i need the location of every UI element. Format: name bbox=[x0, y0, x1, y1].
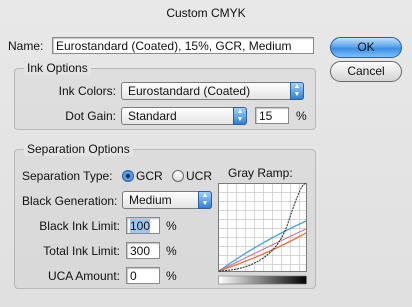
black-ink-limit-unit: % bbox=[166, 219, 177, 233]
custom-cmyk-dialog: Custom CMYK Name: Eurostandard (Coated),… bbox=[0, 0, 412, 307]
uca-amount-unit: % bbox=[166, 269, 177, 283]
chevron-updown-icon: ▲ ▼ bbox=[198, 191, 212, 209]
dot-gain-mode: Standard bbox=[128, 109, 177, 123]
black-ink-limit-value: 100 bbox=[130, 219, 151, 233]
gcr-label[interactable]: GCR bbox=[136, 169, 163, 183]
chevron-updown-icon: ▲ ▼ bbox=[233, 107, 247, 125]
uca-amount-field[interactable]: 0 bbox=[126, 267, 160, 284]
total-ink-limit-field[interactable]: 300 bbox=[126, 242, 160, 259]
gray-ramp-graph bbox=[218, 183, 307, 285]
chevron-updown-icon: ▲ ▼ bbox=[290, 82, 304, 100]
dialog-title: Custom CMYK bbox=[166, 6, 246, 20]
separation-options-title: Separation Options bbox=[24, 142, 133, 156]
black-generation-select[interactable]: Medium ▲ ▼ bbox=[122, 191, 212, 209]
ucr-radio[interactable] bbox=[172, 170, 184, 182]
dot-gain-select[interactable]: Standard ▲ ▼ bbox=[121, 107, 247, 125]
gray-ramp-label: Gray Ramp: bbox=[228, 166, 293, 180]
ink-colors-select[interactable]: Eurostandard (Coated) ▲ ▼ bbox=[121, 82, 304, 100]
black-generation-value: Medium bbox=[129, 193, 172, 207]
ucr-label[interactable]: UCR bbox=[186, 169, 212, 183]
black-ink-limit-label: Black Ink Limit: bbox=[39, 219, 120, 233]
black-generation-label: Black Generation: bbox=[22, 194, 118, 208]
ink-colors-label: Ink Colors: bbox=[58, 84, 116, 98]
uca-amount-label: UCA Amount: bbox=[47, 269, 120, 283]
dot-gain-unit: % bbox=[296, 109, 307, 123]
total-ink-limit-unit: % bbox=[166, 244, 177, 258]
cancel-button[interactable]: Cancel bbox=[330, 61, 402, 82]
gray-ramp-bar bbox=[218, 275, 307, 285]
total-ink-limit-label: Total Ink Limit: bbox=[43, 244, 120, 258]
ink-colors-value: Eurostandard (Coated) bbox=[128, 84, 251, 98]
ink-options-title: Ink Options bbox=[24, 61, 91, 75]
ok-button[interactable]: OK bbox=[330, 37, 402, 58]
gcr-radio[interactable] bbox=[122, 170, 134, 182]
dot-gain-label: Dot Gain: bbox=[65, 109, 116, 123]
dot-gain-field[interactable]: 15 bbox=[255, 107, 289, 124]
black-ink-limit-field[interactable]: 100 bbox=[126, 217, 160, 234]
name-label: Name: bbox=[8, 39, 44, 53]
separation-type-label: Separation Type: bbox=[22, 169, 113, 183]
name-field[interactable]: Eurostandard (Coated), 15%, GCR, Medium bbox=[52, 37, 314, 54]
